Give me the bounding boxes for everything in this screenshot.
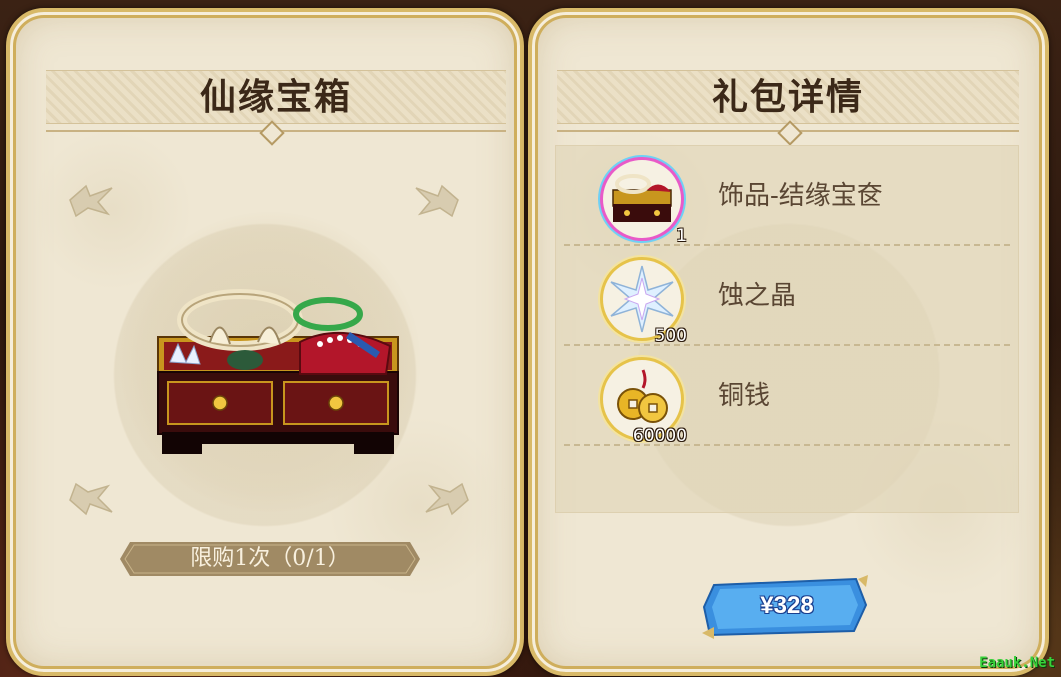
reward-item[interactable]: 1 饰品-结缘宝奁 (556, 146, 1018, 246)
reward-quantity: 1 (676, 226, 687, 246)
watermark: Eaauk.Net (979, 655, 1055, 671)
reward-icon-frame: 500 (603, 260, 687, 346)
chest-title: 仙缘宝箱 (199, 76, 352, 118)
reward-item[interactable]: 500 蚀之晶 (556, 246, 1018, 346)
cloud-ornament-icon (425, 482, 469, 516)
gift-detail-panel: 礼包详情 1 饰品-结缘宝奁 500 蚀之晶 60000 铜钱 ¥328 (528, 8, 1049, 676)
divider-ornament (777, 120, 803, 146)
price-label: ¥328 (760, 592, 814, 619)
reward-quantity: 60000 (632, 426, 687, 446)
divider-ornament (259, 120, 285, 146)
purchase-price-button[interactable]: ¥328 (700, 575, 870, 639)
gift-detail-title: 礼包详情 (711, 76, 864, 118)
cloud-ornament-icon (415, 184, 459, 218)
reward-list: 1 饰品-结缘宝奁 500 蚀之晶 60000 铜钱 (555, 145, 1019, 513)
reward-item[interactable]: 60000 铜钱 (556, 346, 1018, 446)
purchase-limit-text: 限购1次（0/1） (190, 546, 350, 571)
reward-icon-frame: 1 (603, 160, 687, 246)
cloud-ornament-icon (69, 184, 113, 218)
jewelry-chest-icon (612, 174, 672, 222)
purchase-limit-banner: 限购1次（0/1） (120, 540, 420, 578)
jewelry-chest-icon[interactable] (150, 282, 405, 457)
reward-name: 铜钱 (718, 381, 771, 411)
reward-quantity: 500 (654, 326, 687, 346)
cloud-ornament-icon (69, 482, 113, 516)
row-divider (564, 444, 1010, 446)
chest-panel: 仙缘宝箱 限购1次（0/1） (6, 8, 524, 676)
reward-name: 蚀之晶 (718, 281, 797, 311)
reward-name: 饰品-结缘宝奁 (718, 181, 883, 211)
reward-icon-frame: 60000 (603, 360, 687, 446)
